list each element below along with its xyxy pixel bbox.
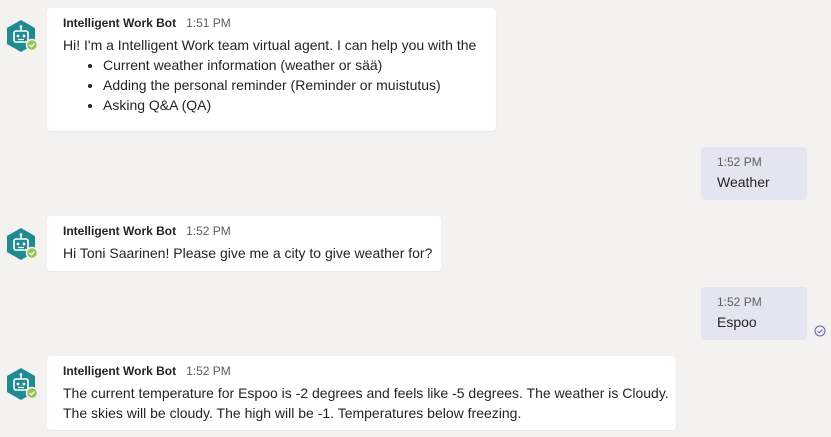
user-message[interactable]: 1:52 PM Weather bbox=[701, 147, 807, 200]
presence-available-icon bbox=[25, 38, 38, 52]
presence-available-icon bbox=[25, 246, 38, 260]
message-text: Hi! I'm a Intelligent Work team virtual … bbox=[63, 37, 477, 53]
message-timestamp: 1:52 PM bbox=[717, 295, 762, 309]
message-header: Intelligent Work Bot 1:52 PM bbox=[63, 223, 426, 239]
message-timestamp: 1:51 PM bbox=[186, 16, 231, 30]
list-item: Adding the personal reminder (Reminder o… bbox=[103, 75, 481, 95]
message-timestamp: 1:52 PM bbox=[186, 224, 231, 238]
message-text: Espoo bbox=[717, 314, 757, 330]
list-item: Asking Q&A (QA) bbox=[103, 95, 481, 115]
message-text-line: The skies will be cloudy. The high will … bbox=[63, 405, 522, 421]
message-text-line: The current temperature for Espoo is -2 … bbox=[63, 385, 669, 401]
message-timestamp: 1:52 PM bbox=[717, 155, 762, 169]
message-header: Intelligent Work Bot 1:52 PM bbox=[63, 363, 661, 379]
bot-avatar-icon[interactable] bbox=[4, 19, 38, 53]
read-receipt-icon bbox=[814, 324, 826, 337]
message-text: Hi Toni Saarinen! Please give me a city … bbox=[63, 245, 433, 261]
sender-name: Intelligent Work Bot bbox=[63, 364, 177, 378]
bullet-list: Current weather information (weather or … bbox=[63, 55, 481, 115]
message-body: Hi! I'm a Intelligent Work team virtual … bbox=[63, 35, 481, 115]
bot-avatar-icon[interactable] bbox=[4, 227, 38, 261]
bot-message[interactable]: Intelligent Work Bot 1:52 PM The current … bbox=[47, 356, 676, 430]
message-header: Intelligent Work Bot 1:51 PM bbox=[63, 15, 481, 31]
bot-message[interactable]: Intelligent Work Bot 1:51 PM Hi! I'm a In… bbox=[47, 8, 496, 131]
sender-name: Intelligent Work Bot bbox=[63, 224, 177, 238]
message-timestamp: 1:52 PM bbox=[186, 364, 231, 378]
list-item: Current weather information (weather or … bbox=[103, 55, 481, 75]
bot-message[interactable]: Intelligent Work Bot 1:52 PM Hi Toni Saar… bbox=[47, 216, 441, 271]
sender-name: Intelligent Work Bot bbox=[63, 16, 177, 30]
presence-available-icon bbox=[25, 386, 38, 400]
message-body: The current temperature for Espoo is -2 … bbox=[63, 383, 669, 423]
user-message[interactable]: 1:52 PM Espoo bbox=[701, 287, 807, 340]
bot-avatar-icon[interactable] bbox=[4, 367, 38, 401]
message-text: Weather bbox=[717, 174, 770, 190]
